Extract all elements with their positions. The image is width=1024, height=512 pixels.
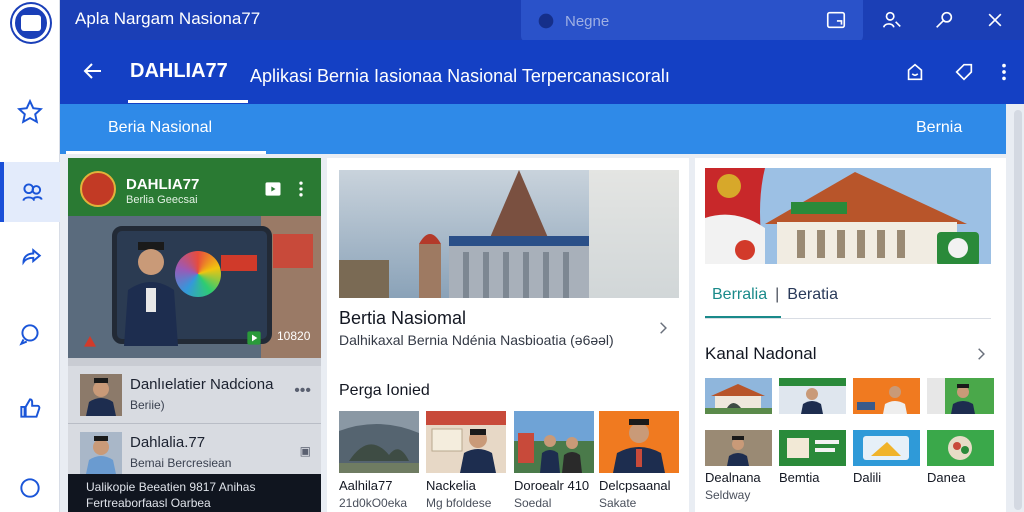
channel-thumbnail[interactable] [705, 430, 772, 466]
window-title: Apla Nargam Nasiona77 [75, 9, 261, 28]
search-box[interactable] [521, 0, 863, 42]
footer-line: Fertreaborfaasl Oarbea [86, 496, 211, 510]
footer-line: Ualikopie Beeatien 9817 Anihas [86, 480, 256, 494]
channel-thumbnail[interactable] [705, 378, 772, 414]
list-item-subtitle: Beriie) [130, 398, 165, 412]
list-item-cast-icon[interactable]: ▣ [300, 444, 311, 458]
channel-more-icon[interactable] [290, 178, 312, 200]
warning-icon [84, 336, 96, 347]
message-icon[interactable] [0, 458, 60, 512]
channel-thumbnail[interactable] [853, 378, 920, 414]
bookmark-icon[interactable] [950, 58, 978, 86]
channel-subtitle: Berlia Geecsai [126, 194, 198, 206]
hero-image[interactable] [339, 170, 679, 298]
article-subtitle: Dalhikaxal Bernia Ndénia Nasbioatia (ə6ə… [339, 332, 614, 348]
channel-caption[interactable]: Danea [927, 470, 965, 485]
video-time: 10820 [277, 329, 311, 343]
channel-title[interactable]: DAHLIA77 [126, 176, 199, 193]
channel-footer: Ualikopie Beeatien 9817 Anihas Fertreabo… [68, 474, 321, 512]
channel-thumbnail[interactable] [927, 378, 994, 414]
cast-icon[interactable] [262, 178, 284, 200]
brand-title[interactable]: DAHLIA77 [130, 60, 228, 83]
tab-berita-nasional[interactable]: Beria Nasional [108, 119, 212, 137]
window-icon[interactable] [822, 6, 850, 34]
right-panel: Berralia | Beratia Kanal Nadonal Dealnan… [695, 158, 1006, 512]
list-item-title: Dahlalia.77 [130, 434, 206, 451]
user-search-icon[interactable] [878, 6, 906, 34]
divider [705, 318, 991, 319]
channel-thumbnail[interactable] [779, 430, 846, 466]
list-item-thumbnail [80, 432, 122, 474]
card-title[interactable]: Doroealr 410 [514, 478, 589, 493]
thumbs-up-icon[interactable] [0, 378, 60, 438]
channel-caption-sub: Seldway [705, 488, 751, 502]
tab-berralia[interactable]: Berralia [712, 286, 767, 303]
featured-channel-card: DAHLIA77 Berlia Geecsai 10820 Danlıelati… [68, 158, 321, 512]
list-item-thumbnail [80, 374, 122, 416]
presenter-image [124, 242, 178, 346]
chevron-right-icon[interactable] [653, 318, 673, 338]
tab-berita[interactable]: Bernia [916, 119, 962, 137]
card-thumbnail[interactable] [599, 411, 679, 473]
card-thumbnail[interactable] [514, 411, 594, 473]
notification-icon[interactable] [901, 58, 929, 86]
channel-thumbnail[interactable] [927, 430, 994, 466]
back-icon[interactable] [78, 56, 108, 86]
video-player[interactable]: 10820 [68, 216, 321, 358]
app-window: Apla Nargam Nasiona77 DAHLIA77 Aplikasi … [0, 0, 1024, 512]
card-thumbnail[interactable] [426, 411, 506, 473]
channel-header: DAHLIA77 Berlia Geecsai [68, 158, 321, 216]
tab-active-indicator [66, 151, 266, 154]
more-icon[interactable] [990, 58, 1018, 86]
search-icon [538, 13, 554, 29]
channel-thumbnail[interactable] [853, 430, 920, 466]
chat-icon[interactable] [0, 304, 60, 364]
chevron-right-icon[interactable] [971, 344, 991, 364]
left-rail [0, 0, 60, 512]
card-title[interactable]: Aalhila77 [339, 478, 393, 493]
title-bar: Apla Nargam Nasiona77 [60, 0, 1024, 42]
card-title[interactable]: Delcpsaanal [599, 478, 671, 493]
header-subtitle: Aplikasi Bernia Iasionaa Nasional Terper… [250, 66, 670, 86]
close-icon[interactable] [981, 6, 1009, 34]
channel-caption[interactable]: Bemtia [779, 470, 819, 485]
tab-beratia[interactable]: Beratia [787, 286, 838, 303]
tab-strip: Beria Nasional Bernia [60, 104, 1006, 154]
star-icon[interactable] [0, 82, 60, 142]
list-item-more-icon[interactable]: ••• [294, 382, 311, 400]
app-header: DAHLIA77 Aplikasi Bernia Iasionaa Nasion… [60, 40, 1024, 104]
pin-icon[interactable] [930, 6, 958, 34]
article-title[interactable]: Bertia Nasiomal [339, 308, 466, 329]
card-subtitle: Soedal [514, 496, 552, 510]
tab-separator: | [775, 286, 780, 303]
people-icon[interactable] [0, 162, 60, 222]
share-icon[interactable] [0, 230, 60, 290]
page-scrollbar[interactable] [1014, 110, 1022, 510]
brand-underline [128, 100, 248, 103]
right-hero-image[interactable] [705, 168, 991, 264]
app-logo [12, 4, 50, 42]
channel-emblem [80, 171, 116, 207]
channel-thumbnail[interactable] [779, 378, 846, 414]
main-article-card: Bertia Nasiomal Dalhikaxal Bernia Ndénia… [327, 158, 689, 512]
card-subtitle: Mg bfoldese [426, 496, 492, 510]
channel-caption[interactable]: Dealnana [705, 470, 761, 485]
card-subtitle: Sakate [599, 496, 637, 510]
card-title[interactable]: Nackelia [426, 478, 476, 493]
channel-caption[interactable]: Dalili [853, 470, 881, 485]
list-item[interactable]: Danlıelatier Nadciona Beriie) ••• [68, 366, 321, 424]
play-icon[interactable] [246, 330, 262, 346]
section-title[interactable]: Kanal Nadonal [705, 344, 817, 364]
card-subtitle: 21d0kO0eka [339, 496, 408, 510]
search-input[interactable] [565, 10, 765, 32]
right-tabs: Berralia | Beratia [712, 286, 838, 304]
section-title: Perga Ionied [339, 382, 430, 399]
card-thumbnail[interactable] [339, 411, 419, 473]
list-item-title: Danlıelatier Nadciona [130, 376, 274, 393]
list-item-subtitle: Bemai Bercresiean [130, 456, 232, 470]
